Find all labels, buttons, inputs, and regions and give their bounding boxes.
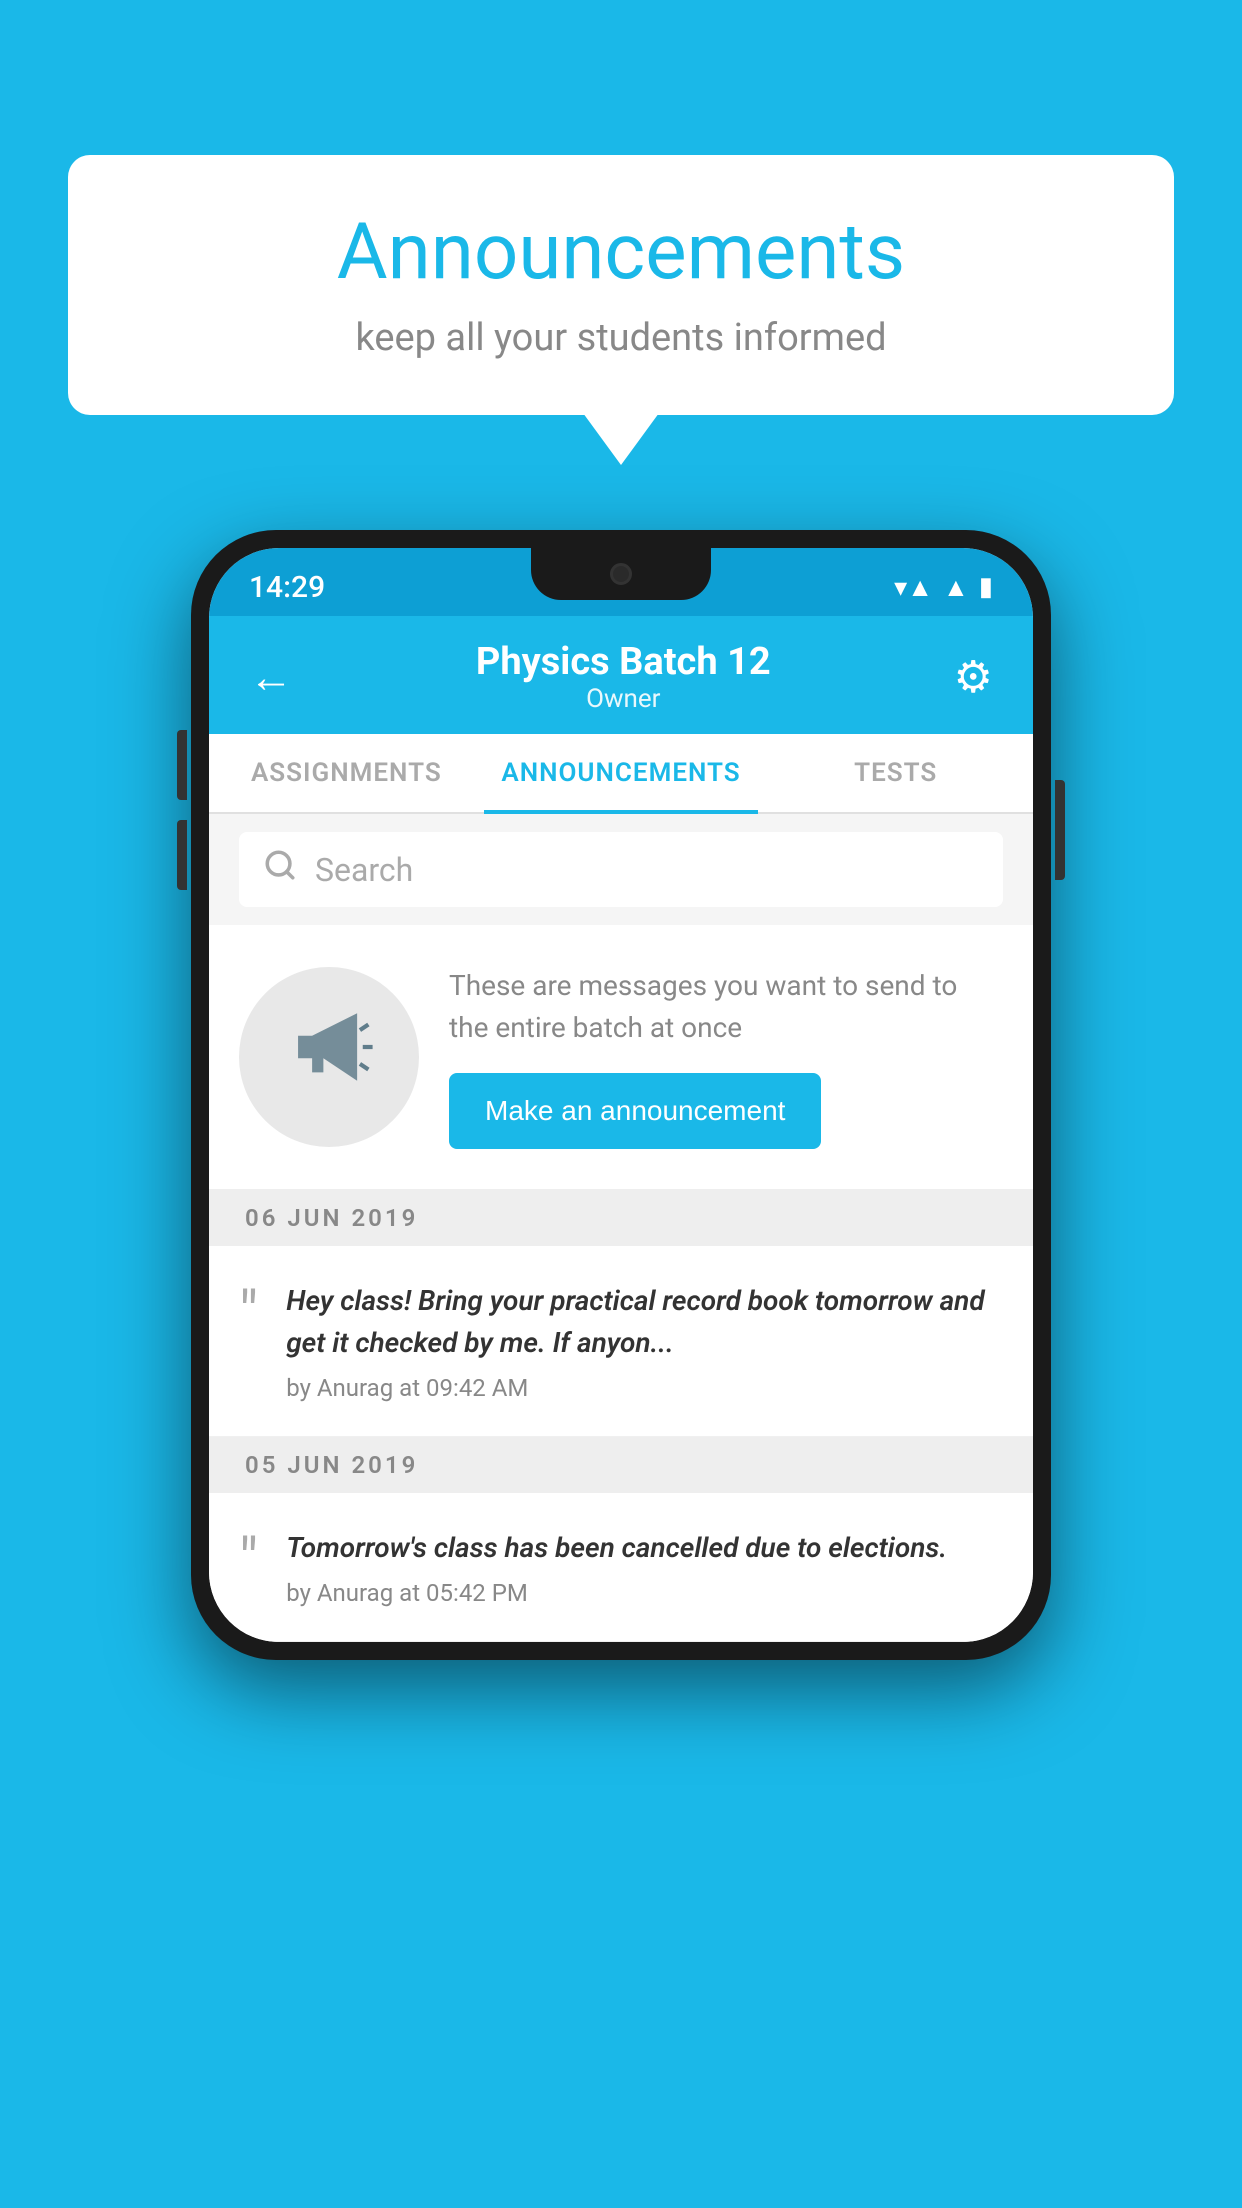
announcement-item-0[interactable]: " Hey class! Bring your practical record… — [209, 1246, 1033, 1437]
announcement-text-0: Hey class! Bring your practical record b… — [286, 1280, 1003, 1364]
megaphone-icon — [284, 1002, 374, 1112]
front-camera — [610, 563, 632, 585]
tab-tests[interactable]: TESTS — [758, 734, 1033, 812]
promo-section: These are messages you want to send to t… — [209, 925, 1033, 1190]
search-container: Search — [209, 814, 1033, 925]
date-label-june6: 06 JUN 2019 — [245, 1204, 418, 1232]
phone-mockup: 14:29 ▾▲ ▲ ▮ ← Physics Batch 12 Owner ⚙ — [191, 530, 1051, 1660]
signal-icon: ▲ — [943, 572, 969, 603]
promo-icon-circle — [239, 967, 419, 1147]
volume-down-button — [177, 820, 187, 890]
speech-bubble-title: Announcements — [128, 207, 1114, 298]
search-icon — [263, 848, 297, 891]
search-input-wrapper[interactable]: Search — [239, 832, 1003, 907]
announcement-item-1[interactable]: " Tomorrow's class has been cancelled du… — [209, 1493, 1033, 1642]
quote-icon-1: " — [239, 1531, 258, 1591]
speech-bubble-container: Announcements keep all your students inf… — [68, 155, 1174, 415]
promo-description: These are messages you want to send to t… — [449, 965, 1003, 1049]
phone-notch — [531, 548, 711, 600]
speech-bubble-subtitle: keep all your students informed — [128, 316, 1114, 360]
battery-icon: ▮ — [979, 572, 993, 602]
phone-screen: 14:29 ▾▲ ▲ ▮ ← Physics Batch 12 Owner ⚙ — [209, 548, 1033, 1642]
volume-up-button — [177, 730, 187, 800]
back-button[interactable]: ← — [249, 651, 293, 703]
app-header: ← Physics Batch 12 Owner ⚙ — [209, 616, 1033, 734]
date-separator-june6: 06 JUN 2019 — [209, 1190, 1033, 1246]
status-icons: ▾▲ ▲ ▮ — [894, 572, 993, 603]
date-separator-june5: 05 JUN 2019 — [209, 1437, 1033, 1493]
header-title: Physics Batch 12 — [476, 640, 771, 684]
tab-assignments[interactable]: ASSIGNMENTS — [209, 734, 484, 812]
status-time: 14:29 — [249, 570, 325, 605]
header-center: Physics Batch 12 Owner — [476, 640, 771, 714]
tabs-container: ASSIGNMENTS ANNOUNCEMENTS TESTS — [209, 734, 1033, 814]
date-label-june5: 05 JUN 2019 — [245, 1451, 418, 1479]
power-button — [1055, 780, 1065, 880]
settings-icon[interactable]: ⚙ — [954, 651, 993, 703]
make-announcement-button[interactable]: Make an announcement — [449, 1073, 821, 1149]
quote-icon-0: " — [239, 1284, 258, 1344]
tab-announcements[interactable]: ANNOUNCEMENTS — [484, 734, 759, 812]
announcement-content-1: Tomorrow's class has been cancelled due … — [286, 1527, 1003, 1607]
phone-outer: 14:29 ▾▲ ▲ ▮ ← Physics Batch 12 Owner ⚙ — [191, 530, 1051, 1660]
announcement-meta-0: by Anurag at 09:42 AM — [286, 1374, 1003, 1402]
speech-bubble: Announcements keep all your students inf… — [68, 155, 1174, 415]
announcement-content-0: Hey class! Bring your practical record b… — [286, 1280, 1003, 1402]
announcement-meta-1: by Anurag at 05:42 PM — [286, 1579, 1003, 1607]
promo-content: These are messages you want to send to t… — [449, 965, 1003, 1149]
wifi-icon: ▾▲ — [894, 572, 933, 603]
announcement-text-1: Tomorrow's class has been cancelled due … — [286, 1527, 1003, 1569]
search-input[interactable]: Search — [315, 851, 413, 889]
header-subtitle: Owner — [476, 684, 771, 714]
